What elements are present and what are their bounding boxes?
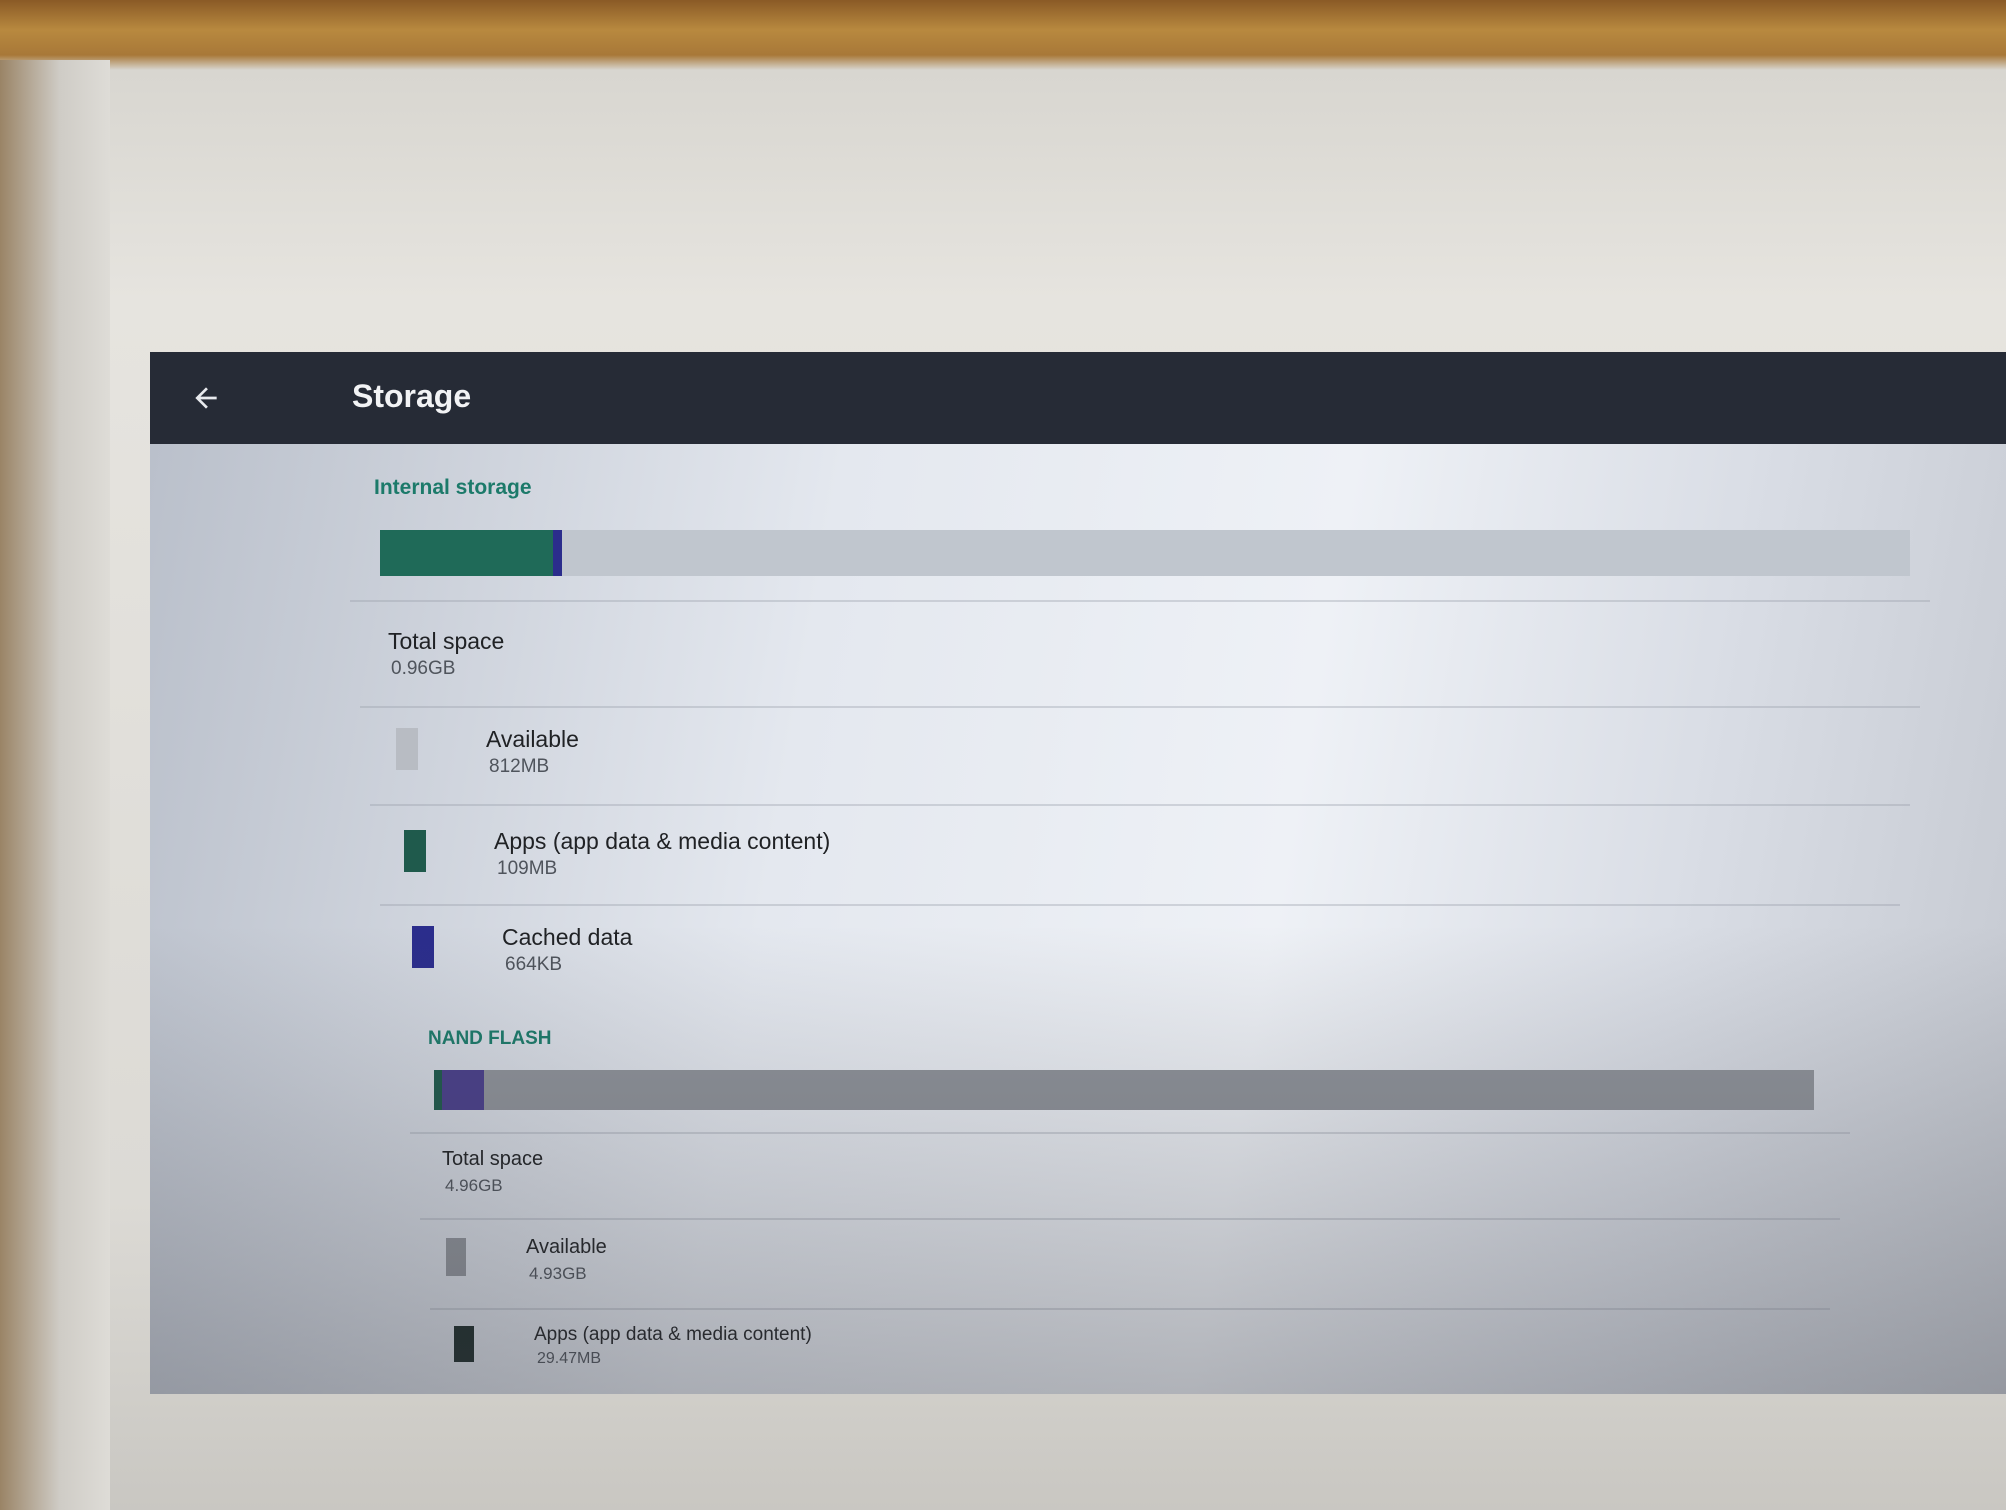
internal-available-row[interactable]: Available 812MB [396,726,1796,786]
total-space-label: Total space [388,628,505,654]
nand-available-label: Available [526,1236,607,1258]
divider [360,706,1920,708]
cached-color-swatch [412,926,434,968]
nand-apps-segment [434,1070,443,1110]
page-title: Storage [352,378,472,414]
total-space-value: 0.96GB [391,658,456,679]
available-value: 812MB [489,756,550,777]
arrow-back-icon [195,387,217,409]
divider [350,600,1930,602]
internal-cached-data-row[interactable]: Cached data 664KB [412,924,1812,984]
available-color-swatch [396,728,418,770]
available-label: Available [486,726,579,752]
apps-color-swatch [404,830,426,872]
cached-data-label: Cached data [502,924,633,950]
cached-data-value: 664KB [505,954,563,975]
divider [370,804,1910,806]
internal-apps-row[interactable]: Apps (app data & media content) 109MB [404,828,1804,888]
nand-total-space-label: Total space [442,1148,544,1170]
nand-flash-header: NAND FLASH [428,1028,552,1049]
apps-value: 109MB [497,858,558,879]
nand-apps-color-swatch [454,1326,474,1362]
back-button[interactable] [180,372,232,424]
internal-storage-usage-bar [380,530,1910,576]
apps-label: Apps (app data & media content) [494,828,831,854]
storage-screen: Storage Internal storage Total space 0.9… [150,352,2006,1394]
nand-available-color-swatch [446,1238,466,1276]
divider [380,904,1900,906]
device-bezel [0,60,110,1510]
nand-apps-label: Apps (app data & media content) [534,1324,812,1345]
nand-cached-segment [442,1070,484,1110]
internal-storage-header: Internal storage [374,476,532,499]
internal-apps-segment [380,530,553,576]
nand-flash-usage-bar [434,1070,1814,1110]
nand-apps-row[interactable]: Apps (app data & media content) 29.47MB [454,1324,1754,1380]
divider [410,1132,1850,1134]
nand-apps-value: 29.47MB [537,1350,602,1367]
internal-cached-segment [552,530,563,576]
nand-total-space-value: 4.96GB [445,1176,503,1195]
nand-available-value: 4.93GB [529,1264,587,1283]
divider [430,1308,1830,1310]
divider [420,1218,1840,1220]
app-bar: Storage [150,352,2006,444]
nand-available-row[interactable]: Available 4.93GB [446,1236,1746,1292]
